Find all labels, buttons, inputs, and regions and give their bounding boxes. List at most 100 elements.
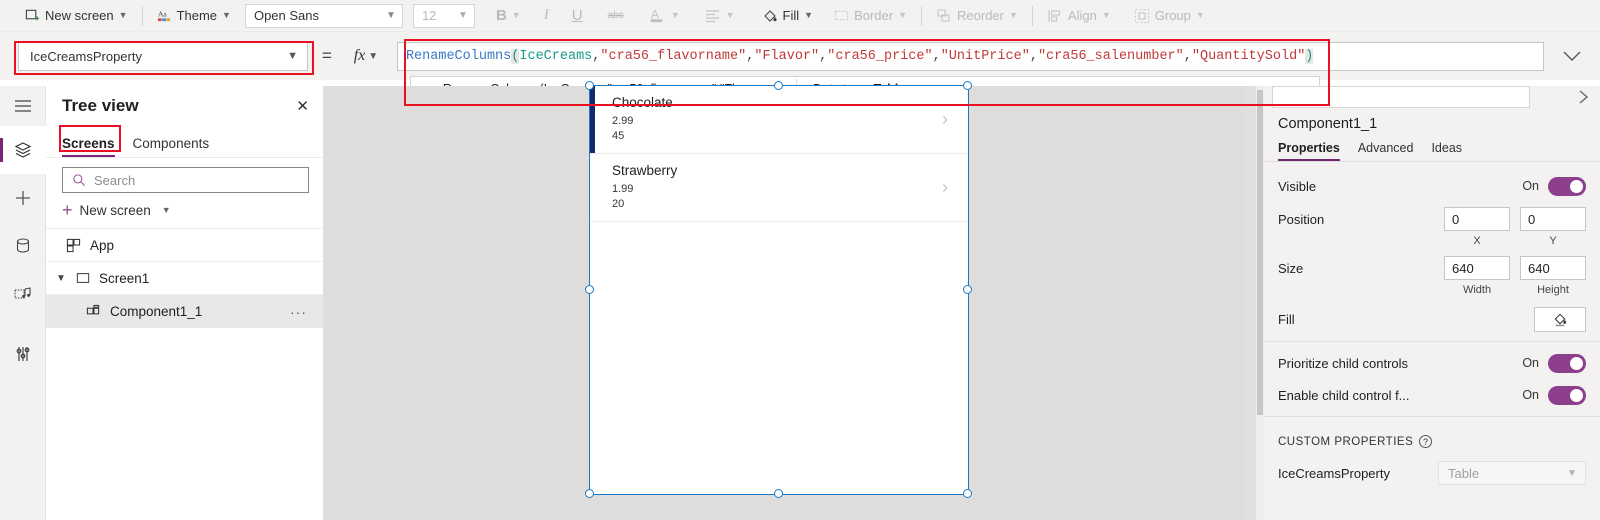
resize-handle-n[interactable] [774,81,783,90]
gallery-item[interactable]: Strawberry 1.99 20 › [590,154,968,222]
theme-button[interactable]: Aa Theme ▼ [150,3,238,29]
prioritize-child-toggle[interactable] [1548,353,1586,373]
property-row-fill: Fill [1264,302,1600,336]
more-options-icon[interactable]: ··· [290,304,307,320]
page-title: Tree view [62,96,139,115]
fill-bucket-icon [1554,313,1566,326]
property-select-value: IceCreamsProperty [30,48,142,64]
search-placeholder: Search [94,172,136,188]
formula-expand-button[interactable] [1544,32,1600,80]
hamburger-menu-button[interactable] [0,86,46,126]
tree-item-component1-1[interactable]: Component1_1 ··· [46,295,323,328]
tab-properties[interactable]: Properties [1278,141,1340,161]
data-button[interactable] [0,222,46,270]
position-x-input[interactable]: 0 [1444,207,1510,231]
new-screen-label: New screen [45,8,114,23]
font-size-select[interactable]: 12 ▼ [412,3,475,28]
position-y-input[interactable]: 0 [1520,207,1586,231]
resize-handle-w[interactable] [585,285,594,294]
formula-token: "QuantitySold" [1191,48,1306,64]
svg-text:Aa: Aa [158,9,167,18]
tab-screens[interactable]: Screens [62,136,115,157]
strikethrough-button[interactable]: abc [601,3,631,29]
chevron-down-icon: ▼ [368,50,379,62]
tree-search-wrapper: Search [46,158,323,199]
divider-2 [1264,416,1600,417]
scrollbar-thumb[interactable] [1257,90,1263,415]
properties-tabs: Properties Advanced Ideas [1264,141,1600,162]
fill-button[interactable]: Fill ▼ [755,3,821,29]
new-screen-button[interactable]: New screen ▼ [18,3,135,29]
fill-color-button[interactable] [1534,306,1586,332]
resize-handle-se[interactable] [963,489,972,498]
bold-button[interactable]: B ▼ [489,3,528,29]
formula-token: IceCreams [519,48,593,64]
position-label: Position [1278,211,1325,227]
italic-icon: I [543,7,549,23]
tree-item-app[interactable]: App [46,229,323,262]
italic-button[interactable]: I [537,3,556,29]
reorder-label: Reorder [957,8,1004,23]
app-grid-icon [66,238,81,252]
tree-item-screen1[interactable]: ▼ Screen1 [46,262,323,295]
gallery-item[interactable]: Chocolate 2.99 45 › [590,86,968,154]
tab-advanced[interactable]: Advanced [1358,141,1414,161]
chevron-right-icon[interactable]: › [942,109,948,130]
toggle-knob [1570,388,1583,402]
media-button[interactable] [0,270,46,318]
chevron-down-icon: ▼ [1101,10,1111,20]
font-name-select[interactable]: Open Sans ▼ [244,3,403,28]
fill-bucket-icon [762,8,778,24]
properties-pane: Component1_1 Properties Advanced Ideas V… [1244,86,1600,520]
underline-button[interactable]: U [565,3,590,29]
property-select[interactable]: IceCreamsProperty ▼ [18,41,308,71]
resize-handle-nw[interactable] [585,81,594,90]
tab-ideas[interactable]: Ideas [1431,141,1462,161]
resize-handle-sw[interactable] [585,489,594,498]
border-button[interactable]: Border ▼ [827,3,914,29]
insert-button[interactable] [0,174,46,222]
tree-view-button[interactable] [0,126,46,174]
size-height-input[interactable]: 640 [1520,256,1586,280]
group-button[interactable]: Group ▼ [1127,3,1212,29]
fx-button[interactable]: fx ▼ [344,41,387,71]
tab-components[interactable]: Components [133,136,210,157]
canvas-area[interactable]: Chocolate 2.99 45 › Strawberry 1.99 20 › [324,81,1244,520]
chevron-right-icon[interactable]: › [942,177,948,198]
formula-input[interactable]: RenameColumns(IceCreams, "cra56_flavornam… [396,41,1544,71]
visible-toggle[interactable] [1548,176,1586,196]
settings-button[interactable] [0,330,46,378]
size-width-input[interactable]: 640 [1444,256,1510,280]
sliders-icon [16,347,30,361]
align-objects-icon [1047,8,1063,24]
theme-icon: Aa [157,8,172,23]
tree-new-screen-button[interactable]: + New screen ▼ [46,199,323,229]
property-row-enable-child: Enable child control f... On [1264,379,1600,411]
reorder-button[interactable]: Reorder ▼ [929,3,1025,29]
custom-property-type-select[interactable]: Table ▼ [1438,461,1586,485]
chevron-down-icon: ▼ [222,10,231,20]
enable-child-toggle[interactable] [1548,385,1586,405]
pane-collapse-button[interactable] [1566,89,1600,105]
search-input[interactable]: Search [62,167,309,193]
pane-top-row [1264,86,1600,108]
resize-handle-s[interactable] [774,489,783,498]
properties-scrollbar[interactable] [1256,86,1264,520]
toolbar-divider-3 [1031,5,1033,26]
prioritize-child-state: On [1522,356,1539,370]
chevron-down-icon[interactable]: ▼ [56,273,67,284]
align-button[interactable]: Align ▼ [1040,3,1118,29]
chevron-down-icon: ▼ [161,204,171,215]
resize-handle-e[interactable] [963,285,972,294]
pane-search-input[interactable] [1272,86,1530,108]
component-preview[interactable]: Chocolate 2.99 45 › Strawberry 1.99 20 › [585,81,972,498]
custom-property-type-value: Table [1448,465,1480,481]
resize-handle-ne[interactable] [963,81,972,90]
close-icon[interactable]: ✕ [296,99,309,114]
border-icon [834,8,849,23]
svg-text:A: A [651,7,660,21]
pane-gutter [1244,86,1256,520]
text-align-button[interactable]: ▼ [698,3,742,29]
font-color-button[interactable]: A ▼ [642,3,687,29]
help-icon[interactable]: ? [1419,435,1433,448]
